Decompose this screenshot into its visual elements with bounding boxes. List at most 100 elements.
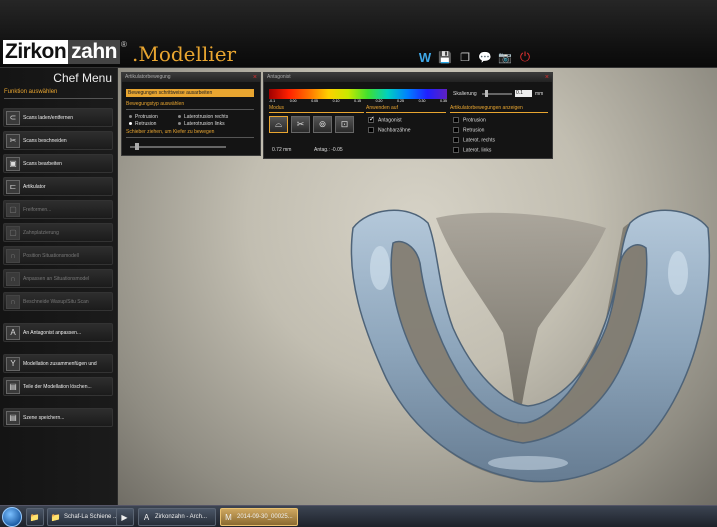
- taskbar-label: 2014-09-30_00025...: [237, 514, 293, 520]
- checkbox-icon: [368, 127, 374, 133]
- antagonist-panel-title: Antagonist: [267, 74, 291, 80]
- checkbox-label: Laterot. rechts: [463, 137, 495, 144]
- movement-type-radio[interactable]: Protrusion: [129, 114, 158, 120]
- articulator-close-button[interactable]: ×: [253, 73, 257, 82]
- menu-item-label: Beschneide Waxup/Situ Scan: [23, 298, 89, 305]
- checkbox-icon: [453, 117, 459, 123]
- menu-item[interactable]: ∩ Position Situationsmodell: [3, 246, 113, 265]
- checkbox-label: Laterot. links: [463, 147, 492, 154]
- checkbox-label: Protrusion: [463, 117, 486, 124]
- color-scale-tick: 0.05: [311, 99, 318, 103]
- menu-item[interactable]: ✂ Scans beschneiden: [3, 131, 113, 150]
- menu-item[interactable]: ▢ Freiformen...: [3, 200, 113, 219]
- menu-item-label: Freiformen...: [23, 206, 52, 213]
- adapt-icon: ∩: [6, 271, 20, 286]
- modus-contact-button[interactable]: ⊚: [313, 116, 332, 133]
- antagonist-close-button[interactable]: ×: [545, 73, 549, 82]
- logo-registered: ®: [121, 40, 127, 49]
- copy-icon[interactable]: ❐: [458, 50, 472, 64]
- color-scale-tick: 0.20: [375, 99, 383, 103]
- menu-item[interactable]: ▤ Teile der Modellation löschen...: [3, 377, 113, 396]
- w-logo-icon[interactable]: W: [418, 50, 432, 65]
- menu-item[interactable]: ∩ Anpassen an Situationsmodel: [3, 269, 113, 288]
- movement-type-label: Bewegungstyp auswählen: [126, 101, 185, 107]
- menu-spacer: [3, 346, 113, 354]
- taskbar-media[interactable]: ▶: [116, 508, 134, 526]
- function-menu: ⊂ Scans laden/entfernen ✂ Scans beschneiden…: [3, 108, 113, 431]
- menu-item[interactable]: ⊏ Artikulator: [3, 177, 113, 196]
- camera-icon[interactable]: 📷: [498, 50, 512, 64]
- stepwise-movements-button[interactable]: Bewegungen schrittweise ausarbeiten: [126, 89, 254, 97]
- start-button[interactable]: [2, 507, 22, 527]
- menu-item[interactable]: A An Antagonist anpassen...: [3, 323, 113, 342]
- jaw-movement-slider-handle[interactable]: [134, 143, 139, 150]
- antagonist-readout: Antag.: -0.05: [314, 147, 343, 153]
- apply-to-checkbox[interactable]: Nachbarzähne: [368, 127, 411, 133]
- menu-item-label: Szene speichern...: [23, 414, 65, 421]
- distance-readout: 0.72 mm: [272, 147, 292, 153]
- menu-item-label: Modellation zusammenfügen und: [23, 360, 97, 367]
- taskbar-modellier-icon: M: [225, 512, 232, 522]
- scale-unit: mm: [535, 91, 544, 97]
- taskbar-label: Zirkonzahn - Arch...: [155, 514, 208, 520]
- checkbox-icon: [453, 137, 459, 143]
- logo-text-right: zahn: [68, 40, 121, 64]
- radio-label: Laterotrusion rechts: [184, 114, 229, 120]
- scale-slider-handle[interactable]: [485, 90, 488, 97]
- modus-surface-button[interactable]: ⌓: [269, 116, 288, 133]
- movement-type-radio[interactable]: Laterotrusion rechts: [178, 114, 228, 120]
- checkbox-icon: [453, 147, 459, 153]
- menu-item[interactable]: ▣ Scans bearbeiten: [3, 154, 113, 173]
- delete-parts-icon: ▤: [6, 379, 20, 394]
- chat-icon[interactable]: 💬: [478, 50, 492, 64]
- modus-point-button[interactable]: ⊡: [335, 116, 354, 133]
- checkbox-label: Retrusion: [463, 127, 485, 134]
- taskbar-zirkonzahn[interactable]: A Zirkonzahn - Arch...: [138, 508, 216, 526]
- show-movement-checkbox[interactable]: Retrusion: [453, 127, 484, 133]
- radio-dot-icon: [178, 115, 181, 119]
- modus-cut-button[interactable]: ✂: [291, 116, 310, 133]
- menu-item-label: Scans beschneiden: [23, 137, 67, 144]
- show-movement-checkbox[interactable]: Laterot. links: [453, 147, 491, 153]
- show-movements-section-label: Artikulatorbewegungen anzeigen: [450, 105, 548, 113]
- taskbar-modellier[interactable]: M 2014-09-30_00025...: [220, 508, 298, 526]
- menu-item[interactable]: ▤ Szene speichern...: [3, 408, 113, 427]
- power-icon[interactable]: ⏻: [518, 49, 532, 64]
- taskbar-folder-b[interactable]: 📁 Schaf-La Schiene ...: [47, 508, 119, 526]
- color-scale-tick: 0.35: [440, 99, 447, 103]
- scan-load-icon: ⊂: [6, 110, 20, 125]
- movement-type-radio[interactable]: Retrusion: [129, 121, 156, 127]
- radio-dot-icon: [178, 122, 181, 126]
- taskbar-folder-a[interactable]: 📁: [26, 508, 44, 526]
- color-scale-tick: 0.10: [332, 99, 340, 103]
- scale-value-input[interactable]: 0.1: [515, 90, 532, 97]
- color-scale-tick: 0.30: [418, 99, 426, 103]
- menu-item-label: An Antagonist anpassen...: [23, 329, 82, 336]
- sidebar-title: Chef Menu: [53, 71, 112, 85]
- menu-item[interactable]: ⊂ Scans laden/entfernen: [3, 108, 113, 127]
- menu-item-label: Position Situationsmodell: [23, 252, 79, 259]
- taskbar-label: Schaf-La Schiene ...: [64, 514, 119, 520]
- menu-item[interactable]: ▢ Zahnplatzierung: [3, 223, 113, 242]
- checkbox-icon: [368, 115, 375, 123]
- articulator-icon: ⊏: [6, 179, 20, 194]
- show-movement-checkbox[interactable]: Protrusion: [453, 117, 486, 123]
- app-title: .Modellier: [132, 42, 237, 66]
- save-icon[interactable]: 💾: [438, 50, 452, 64]
- scan-edit-icon: ▣: [6, 156, 20, 171]
- menu-item[interactable]: ∩ Beschneide Waxup/Situ Scan: [3, 292, 113, 311]
- movement-type-radio[interactable]: Laterotrusion links: [178, 121, 225, 127]
- menu-item-label: Artikulator: [23, 183, 46, 190]
- articulator-panel-titlebar: Artikulatorbewegung ×: [122, 73, 260, 82]
- menu-item[interactable]: Y Modellation zusammenfügen und: [3, 354, 113, 373]
- menu-item-label: Zahnplatzierung: [23, 229, 59, 236]
- apply-to-checkbox[interactable]: Antagonist: [368, 115, 402, 123]
- jaw-movement-slider[interactable]: [130, 146, 226, 148]
- taskbar-folder-b-icon: 📁: [50, 512, 61, 522]
- color-scale-tick: 0.00: [289, 99, 297, 103]
- app-header: Zirkon zahn ® .Modellier W 💾 ❐ 💬 📷 ⏻: [0, 0, 717, 68]
- radio-dot-icon: [129, 115, 132, 119]
- articulator-panel-title: Artikulatorbewegung: [125, 74, 171, 80]
- show-movement-checkbox[interactable]: Laterot. rechts: [453, 137, 495, 143]
- radio-label: Retrusion: [135, 121, 157, 127]
